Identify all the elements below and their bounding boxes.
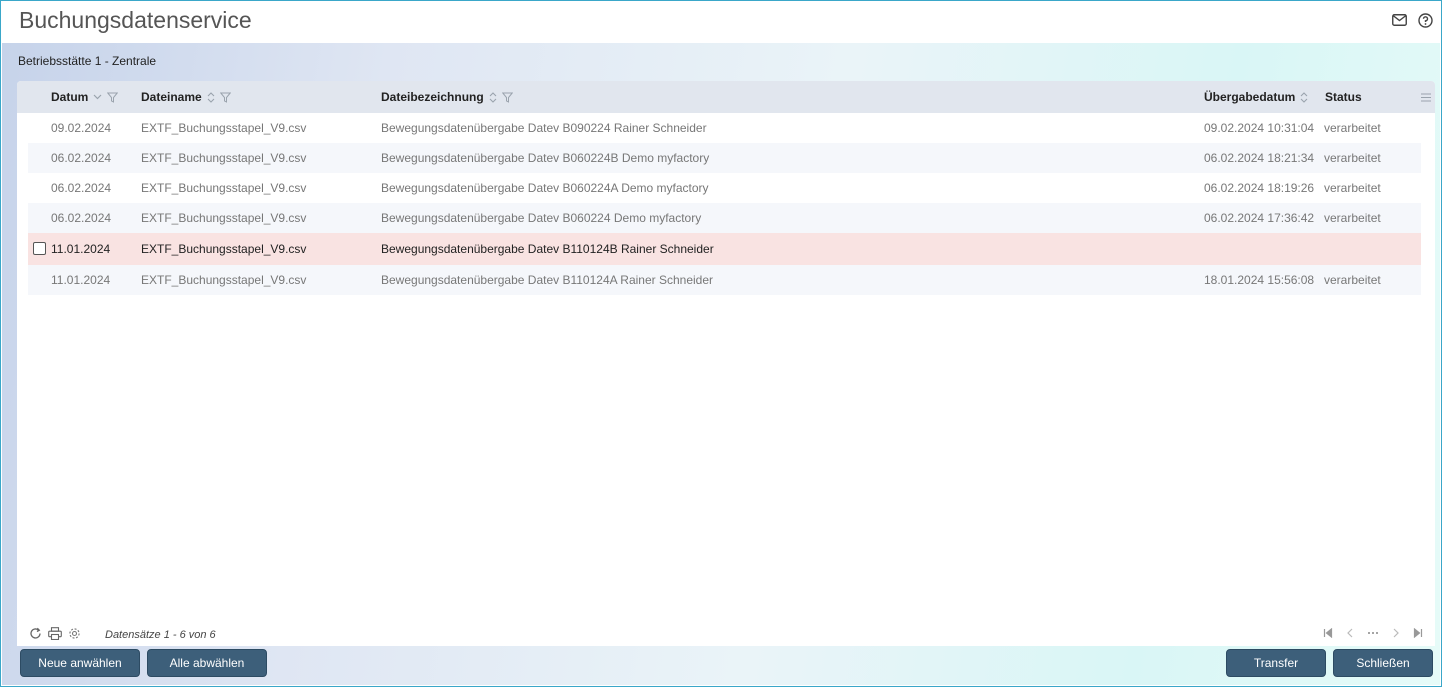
- sort-icon[interactable]: [489, 91, 497, 103]
- select-new-button[interactable]: Neue anwählen: [20, 649, 140, 677]
- table-row[interactable]: 06.02.2024 EXTF_Buchungsstapel_V9.csv Be…: [28, 173, 1421, 203]
- last-page-icon[interactable]: [1413, 627, 1423, 641]
- table-row[interactable]: 06.02.2024 EXTF_Buchungsstapel_V9.csv Be…: [28, 143, 1421, 173]
- table-row[interactable]: 06.02.2024 EXTF_Buchungsstapel_V9.csv Be…: [28, 203, 1421, 233]
- sort-icon[interactable]: [207, 91, 215, 103]
- mail-icon[interactable]: [1391, 12, 1407, 28]
- dialog-window: Buchungsdatenservice Betriebsstätte 1 - …: [0, 0, 1442, 687]
- filter-icon[interactable]: [107, 92, 119, 103]
- print-icon[interactable]: [48, 627, 62, 643]
- column-menu-icon[interactable]: [1421, 81, 1431, 113]
- deselect-all-button[interactable]: Alle abwählen: [147, 649, 267, 677]
- sort-descending-icon[interactable]: [93, 94, 102, 100]
- sort-icon[interactable]: [1300, 91, 1308, 103]
- table-row[interactable]: 11.01.2024 EXTF_Buchungsstapel_V9.csv Be…: [28, 265, 1421, 295]
- grid-footer: Datensätze 1 - 6 von 6: [17, 625, 1435, 645]
- help-icon[interactable]: [1417, 12, 1433, 28]
- filter-icon[interactable]: [219, 92, 231, 103]
- previous-page-icon[interactable]: [1345, 627, 1355, 641]
- settings-icon[interactable]: [68, 627, 81, 643]
- column-header-status[interactable]: Status: [1325, 81, 1362, 113]
- data-grid: Datum Dateiname Dateibezeichnung Übergab…: [17, 81, 1435, 646]
- transfer-button[interactable]: Transfer: [1226, 649, 1326, 677]
- table-row[interactable]: 09.02.2024 EXTF_Buchungsstapel_V9.csv Be…: [28, 113, 1421, 143]
- close-button[interactable]: Schließen: [1333, 649, 1433, 677]
- record-count: Datensätze 1 - 6 von 6: [105, 629, 216, 641]
- row-checkbox[interactable]: [33, 242, 46, 255]
- grid-header: Datum Dateiname Dateibezeichnung Übergab…: [17, 81, 1435, 113]
- column-header-dateiname[interactable]: Dateiname: [141, 81, 231, 113]
- location-label: Betriebsstätte 1 - Zentrale: [18, 54, 157, 68]
- title-bar: Buchungsdatenservice: [1, 1, 1441, 43]
- column-header-uebergabedatum[interactable]: Übergabedatum: [1204, 81, 1308, 113]
- filter-icon[interactable]: [501, 92, 513, 103]
- column-header-dateibezeichnung[interactable]: Dateibezeichnung: [381, 81, 513, 113]
- first-page-icon[interactable]: [1323, 627, 1333, 641]
- more-pages-icon[interactable]: [1367, 627, 1379, 641]
- table-row-error[interactable]: 11.01.2024 EXTF_Buchungsstapel_V9.csv Be…: [28, 233, 1421, 265]
- column-header-datum[interactable]: Datum: [51, 81, 119, 113]
- next-page-icon[interactable]: [1391, 627, 1401, 641]
- refresh-icon[interactable]: [29, 627, 42, 643]
- pager: [1323, 627, 1423, 641]
- window-title: Buchungsdatenservice: [19, 7, 252, 33]
